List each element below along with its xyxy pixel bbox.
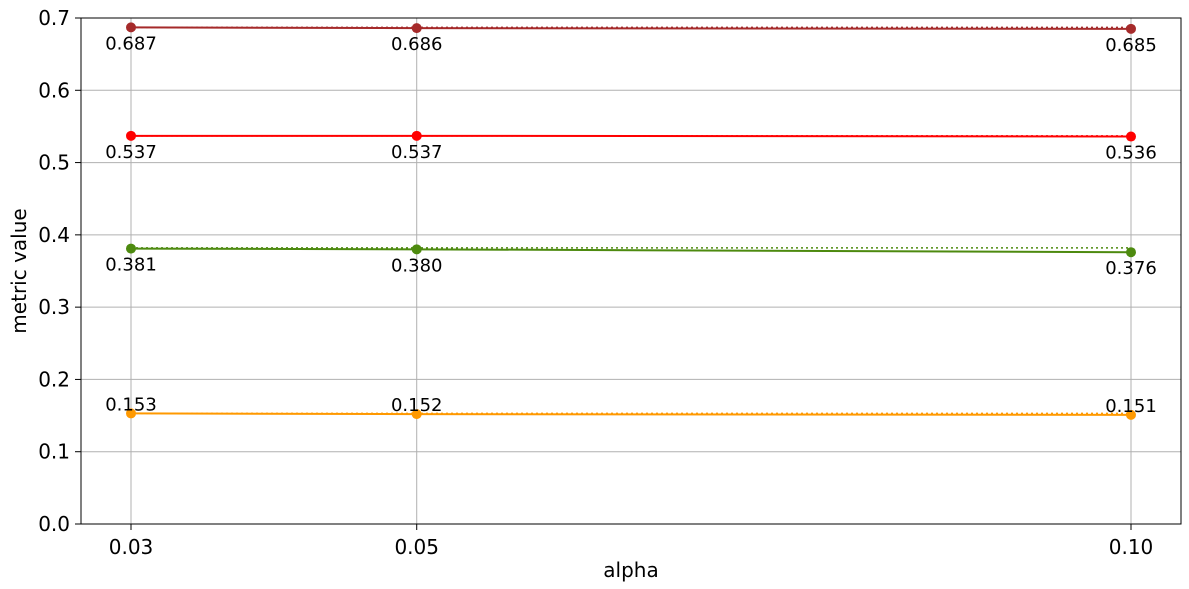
y-tick-label: 0.1 — [38, 440, 70, 464]
y-tick-label: 0.0 — [38, 512, 70, 536]
x-tick-label: 0.10 — [1109, 535, 1154, 559]
data-label: 0.380 — [391, 255, 443, 276]
series-line — [131, 134, 1132, 138]
data-point — [1126, 131, 1136, 142]
data-label: 0.686 — [391, 34, 443, 55]
series-3: 0.153 0.152 0.151 — [105, 394, 1157, 420]
data-label: 0.381 — [105, 255, 157, 276]
data-point — [126, 243, 136, 254]
series-1: 0.537 0.537 0.536 — [105, 130, 1157, 164]
data-point — [126, 130, 136, 141]
x-tick-label: 0.05 — [394, 535, 439, 559]
data-label: 0.685 — [1105, 35, 1157, 56]
data-point — [411, 130, 422, 141]
data-point — [411, 23, 422, 34]
grid — [81, 17, 1181, 525]
series-0: 0.687 0.686 0.685 — [105, 22, 1157, 56]
data-label: 0.376 — [1105, 258, 1157, 279]
plot-frame — [80, 17, 1182, 525]
y-tick-label: 0.4 — [38, 223, 70, 247]
data-label: 0.153 — [105, 394, 157, 415]
data-label: 0.152 — [391, 395, 443, 416]
data-point — [411, 244, 422, 255]
y-tick-label: 0.5 — [38, 151, 70, 175]
data-point — [1126, 23, 1136, 34]
data-label: 0.151 — [1105, 396, 1157, 417]
data-point — [126, 22, 136, 33]
y-tick-label: 0.7 — [38, 6, 70, 30]
line-chart: 0.687 0.686 0.685 0.537 0.537 0.536 0.381 0.380… — [7, 6, 1182, 582]
series-layer: 0.687 0.686 0.685 0.537 0.537 0.536 0.381 0.380… — [105, 22, 1157, 420]
data-point — [1126, 247, 1136, 258]
data-label: 0.537 — [105, 142, 157, 163]
y-tick-label: 0.6 — [38, 78, 70, 102]
y-tick-label: 0.3 — [38, 295, 70, 319]
y-tick-label: 0.2 — [38, 367, 70, 391]
data-label: 0.687 — [105, 33, 157, 54]
series-line — [130, 247, 1132, 254]
data-label: 0.537 — [391, 142, 443, 163]
y-axis-title: metric value — [7, 208, 31, 333]
series-2: 0.381 0.380 0.376 — [105, 243, 1157, 279]
x-axis-title: alpha — [603, 558, 658, 582]
data-label: 0.536 — [1105, 143, 1157, 164]
x-tick-label: 0.03 — [109, 535, 154, 559]
axes: 0.0 0.1 0.2 0.3 0.4 0.5 0.6 0.7 0.03 0.05 0.10 — [38, 6, 1153, 559]
